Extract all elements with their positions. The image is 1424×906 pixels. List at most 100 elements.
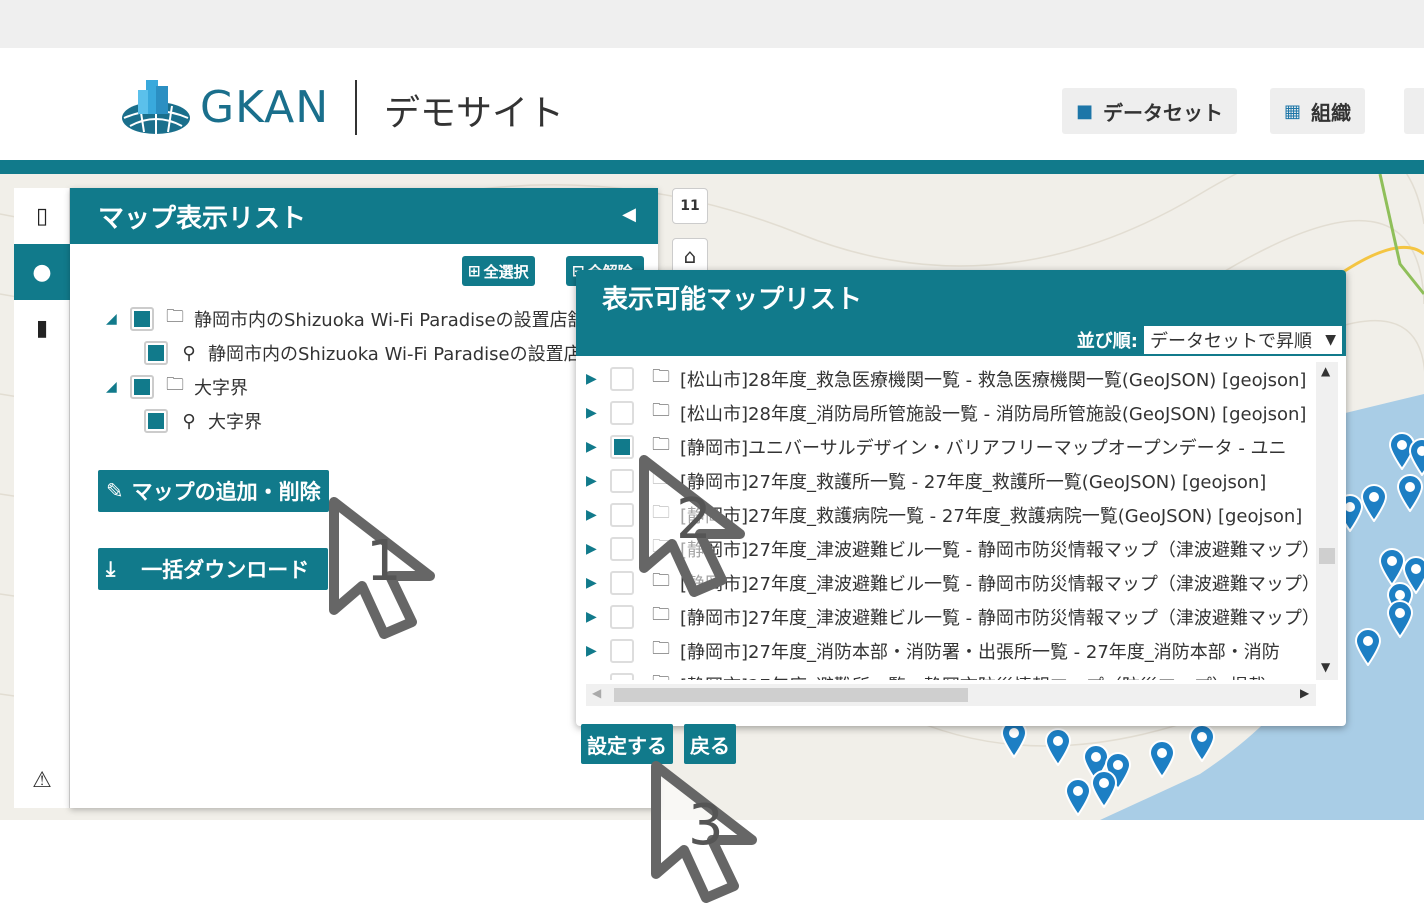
warning-icon: ⚠ xyxy=(32,767,52,793)
tree-row: ◢ 🗀 大字界 xyxy=(106,370,640,404)
tree-label: 静岡市内のShizuoka Wi-Fi Paradiseの設置店舗・ xyxy=(208,344,618,365)
map-pin-icon[interactable] xyxy=(1396,474,1424,513)
tree-checkbox[interactable] xyxy=(144,409,168,433)
expand-icon[interactable]: ▶ xyxy=(586,405,606,421)
marker-icon: ⚲ xyxy=(182,410,196,432)
map-item-checkbox[interactable] xyxy=(610,537,634,561)
tree-row: ⚲ 大字界 xyxy=(106,404,640,438)
scroll-down-icon[interactable]: ▼ xyxy=(1321,660,1330,674)
tree-checkbox[interactable] xyxy=(144,341,168,365)
header-accent-bar xyxy=(0,160,1424,174)
nav-dataset-button[interactable]: ■ データセット xyxy=(1062,88,1238,134)
tree-checkbox[interactable] xyxy=(130,375,154,399)
panel-title: マップ表示リスト xyxy=(98,203,307,234)
scroll-up-icon[interactable]: ▲ xyxy=(1321,364,1330,378)
gkan-logo-icon xyxy=(122,80,190,134)
home-icon: ⌂ xyxy=(683,244,697,268)
nav-organization-label: 組織 xyxy=(1311,100,1352,125)
expand-icon[interactable]: ▶ xyxy=(586,541,606,557)
map-pin-icon[interactable] xyxy=(1360,484,1388,523)
add-remove-map-button[interactable]: ✎ マップの追加・削除 xyxy=(98,470,329,512)
map-pin-icon[interactable] xyxy=(1090,770,1118,809)
tab-bookmark[interactable]: ▮ xyxy=(14,300,70,356)
map-pin-icon[interactable] xyxy=(1354,628,1382,667)
map-item-label: [静岡市]27年度_津波避難ビル一覧 - 静岡市防災情報マップ（津波避難マップ） xyxy=(680,608,1320,629)
map-list-item[interactable]: ▶ 🗀 [松山市]28年度_救急医療機関一覧 - 救急医療機関一覧(GeoJSON)… xyxy=(586,362,1326,396)
sort-bar: 並び順: データセットで昇順 ▼ xyxy=(576,324,1346,356)
tab-marker[interactable]: ● xyxy=(14,244,70,300)
vertical-scrollbar[interactable]: ▲ ▼ xyxy=(1316,362,1338,680)
tree-label: 大字界 xyxy=(194,378,248,399)
map-item-checkbox[interactable] xyxy=(610,367,634,391)
expand-icon[interactable]: ▶ xyxy=(586,371,606,387)
expand-icon[interactable]: ▶ xyxy=(586,473,606,489)
map-item-checkbox[interactable] xyxy=(610,435,634,459)
site-logo[interactable]: GKAN xyxy=(120,74,340,140)
dialog-header: 表示可能マップリスト xyxy=(576,270,1346,324)
map-item-checkbox[interactable] xyxy=(610,469,634,493)
tree-checkbox[interactable] xyxy=(130,307,154,331)
scroll-left-icon[interactable]: ◀ xyxy=(592,686,601,700)
map-item-checkbox[interactable] xyxy=(610,673,634,680)
folder-icon: ■ xyxy=(1076,100,1094,122)
map-item-label: [静岡市]27年度_避難所一覧 - 静岡市防災情報マップ（防災マップ）掲載 xyxy=(680,672,1266,680)
tree-expand-icon[interactable]: ◢ xyxy=(106,311,126,327)
tree-expand-icon[interactable]: ◢ xyxy=(106,379,126,395)
tab-map-list[interactable]: ▯ xyxy=(14,188,70,244)
folder-icon: 🗀 xyxy=(652,638,670,659)
logo-text: GKAN xyxy=(200,81,330,133)
map-item-checkbox[interactable] xyxy=(610,605,634,629)
cursor-arrow-icon: 1 xyxy=(329,497,435,639)
folder-icon: 🗀 xyxy=(166,374,184,395)
marker-icon: ⚲ xyxy=(182,342,196,364)
folder-icon: 🗀 xyxy=(166,306,184,327)
map-item-checkbox[interactable] xyxy=(610,571,634,595)
sort-select[interactable]: データセットで昇順 ▼ xyxy=(1144,326,1342,354)
map-list-item[interactable]: ▶ 🗀 [静岡市]27年度_消防本部・消防署・出張所一覧 - 27年度_消防本部・消… xyxy=(586,634,1326,668)
map-pin-icon[interactable] xyxy=(1386,600,1414,639)
select-all-button[interactable]: ⊞ 全選択 xyxy=(462,256,535,286)
nav-more-button[interactable] xyxy=(1404,88,1424,134)
folder-icon: 🗀 xyxy=(652,400,670,421)
vertical-scroll-thumb[interactable] xyxy=(1319,548,1335,564)
scroll-right-icon[interactable]: ▶ xyxy=(1300,686,1309,700)
sidebar-tabs: ▯ ● ▮ xyxy=(14,188,70,808)
folder-icon: 🗀 xyxy=(652,604,670,625)
expand-icon[interactable]: ▶ xyxy=(586,643,606,659)
nav-organization-button[interactable]: ▦ 組織 xyxy=(1270,88,1366,134)
map-list-item[interactable]: ▶ 🗀 [松山市]28年度_消防局所管施設一覧 - 消防局所管施設(GeoJSON)… xyxy=(586,396,1326,430)
map-pin-icon[interactable] xyxy=(1064,778,1092,817)
tree-row: ⚲ 静岡市内のShizuoka Wi-Fi Paradiseの設置店舗・ xyxy=(106,336,640,370)
horizontal-scrollbar[interactable]: ◀ ▶ xyxy=(586,684,1316,706)
map-pin-icon[interactable] xyxy=(1408,438,1424,477)
expand-icon[interactable]: ▶ xyxy=(586,439,606,455)
expand-icon[interactable]: ▶ xyxy=(586,609,606,625)
map-item-label: [静岡市]27年度_消防本部・消防署・出張所一覧 - 27年度_消防本部・消防 xyxy=(680,642,1280,663)
cursor-arrow-icon: 3 xyxy=(651,761,757,903)
expand-icon[interactable]: ▶ xyxy=(586,677,606,680)
expand-icon[interactable]: ▶ xyxy=(586,507,606,523)
map-list-item[interactable]: ▶ 🗀 [静岡市]27年度_避難所一覧 - 静岡市防災情報マップ（防災マップ）掲載 xyxy=(586,668,1326,680)
folder-icon: 🗀 xyxy=(652,366,670,387)
map-icon: ▯ xyxy=(35,203,49,229)
map-pin-icon[interactable] xyxy=(1188,724,1216,763)
expand-icon[interactable]: ▶ xyxy=(586,575,606,591)
map-item-checkbox[interactable] xyxy=(610,639,634,663)
header-separator xyxy=(355,80,357,135)
map-item-checkbox[interactable] xyxy=(610,503,634,527)
horizontal-scroll-thumb[interactable] xyxy=(614,688,968,702)
annotation-number: 3 xyxy=(688,793,724,858)
dialog-title: 表示可能マップリスト xyxy=(602,284,863,315)
map-item-checkbox[interactable] xyxy=(610,401,634,425)
pointer-annotation-3: 3 xyxy=(648,758,788,906)
tab-alert[interactable]: ⚠ xyxy=(14,760,70,800)
nav-dataset-label: データセット xyxy=(1103,100,1224,125)
map-home-button[interactable]: ⌂ xyxy=(672,238,708,274)
map-pin-icon[interactable] xyxy=(1148,740,1176,779)
map-pin-icon[interactable] xyxy=(1044,728,1072,767)
tree-label: 大字界 xyxy=(208,412,262,433)
map-list-item[interactable]: ▶ 🗀 [静岡市]27年度_津波避難ビル一覧 - 静岡市防災情報マップ（津波避難マッ… xyxy=(586,600,1326,634)
bulk-download-button[interactable]: ⤓ 一括ダウンロード xyxy=(98,548,328,590)
sort-value: データセットで昇順 xyxy=(1150,331,1312,352)
collapse-caret-icon[interactable]: ◀ xyxy=(622,204,636,225)
